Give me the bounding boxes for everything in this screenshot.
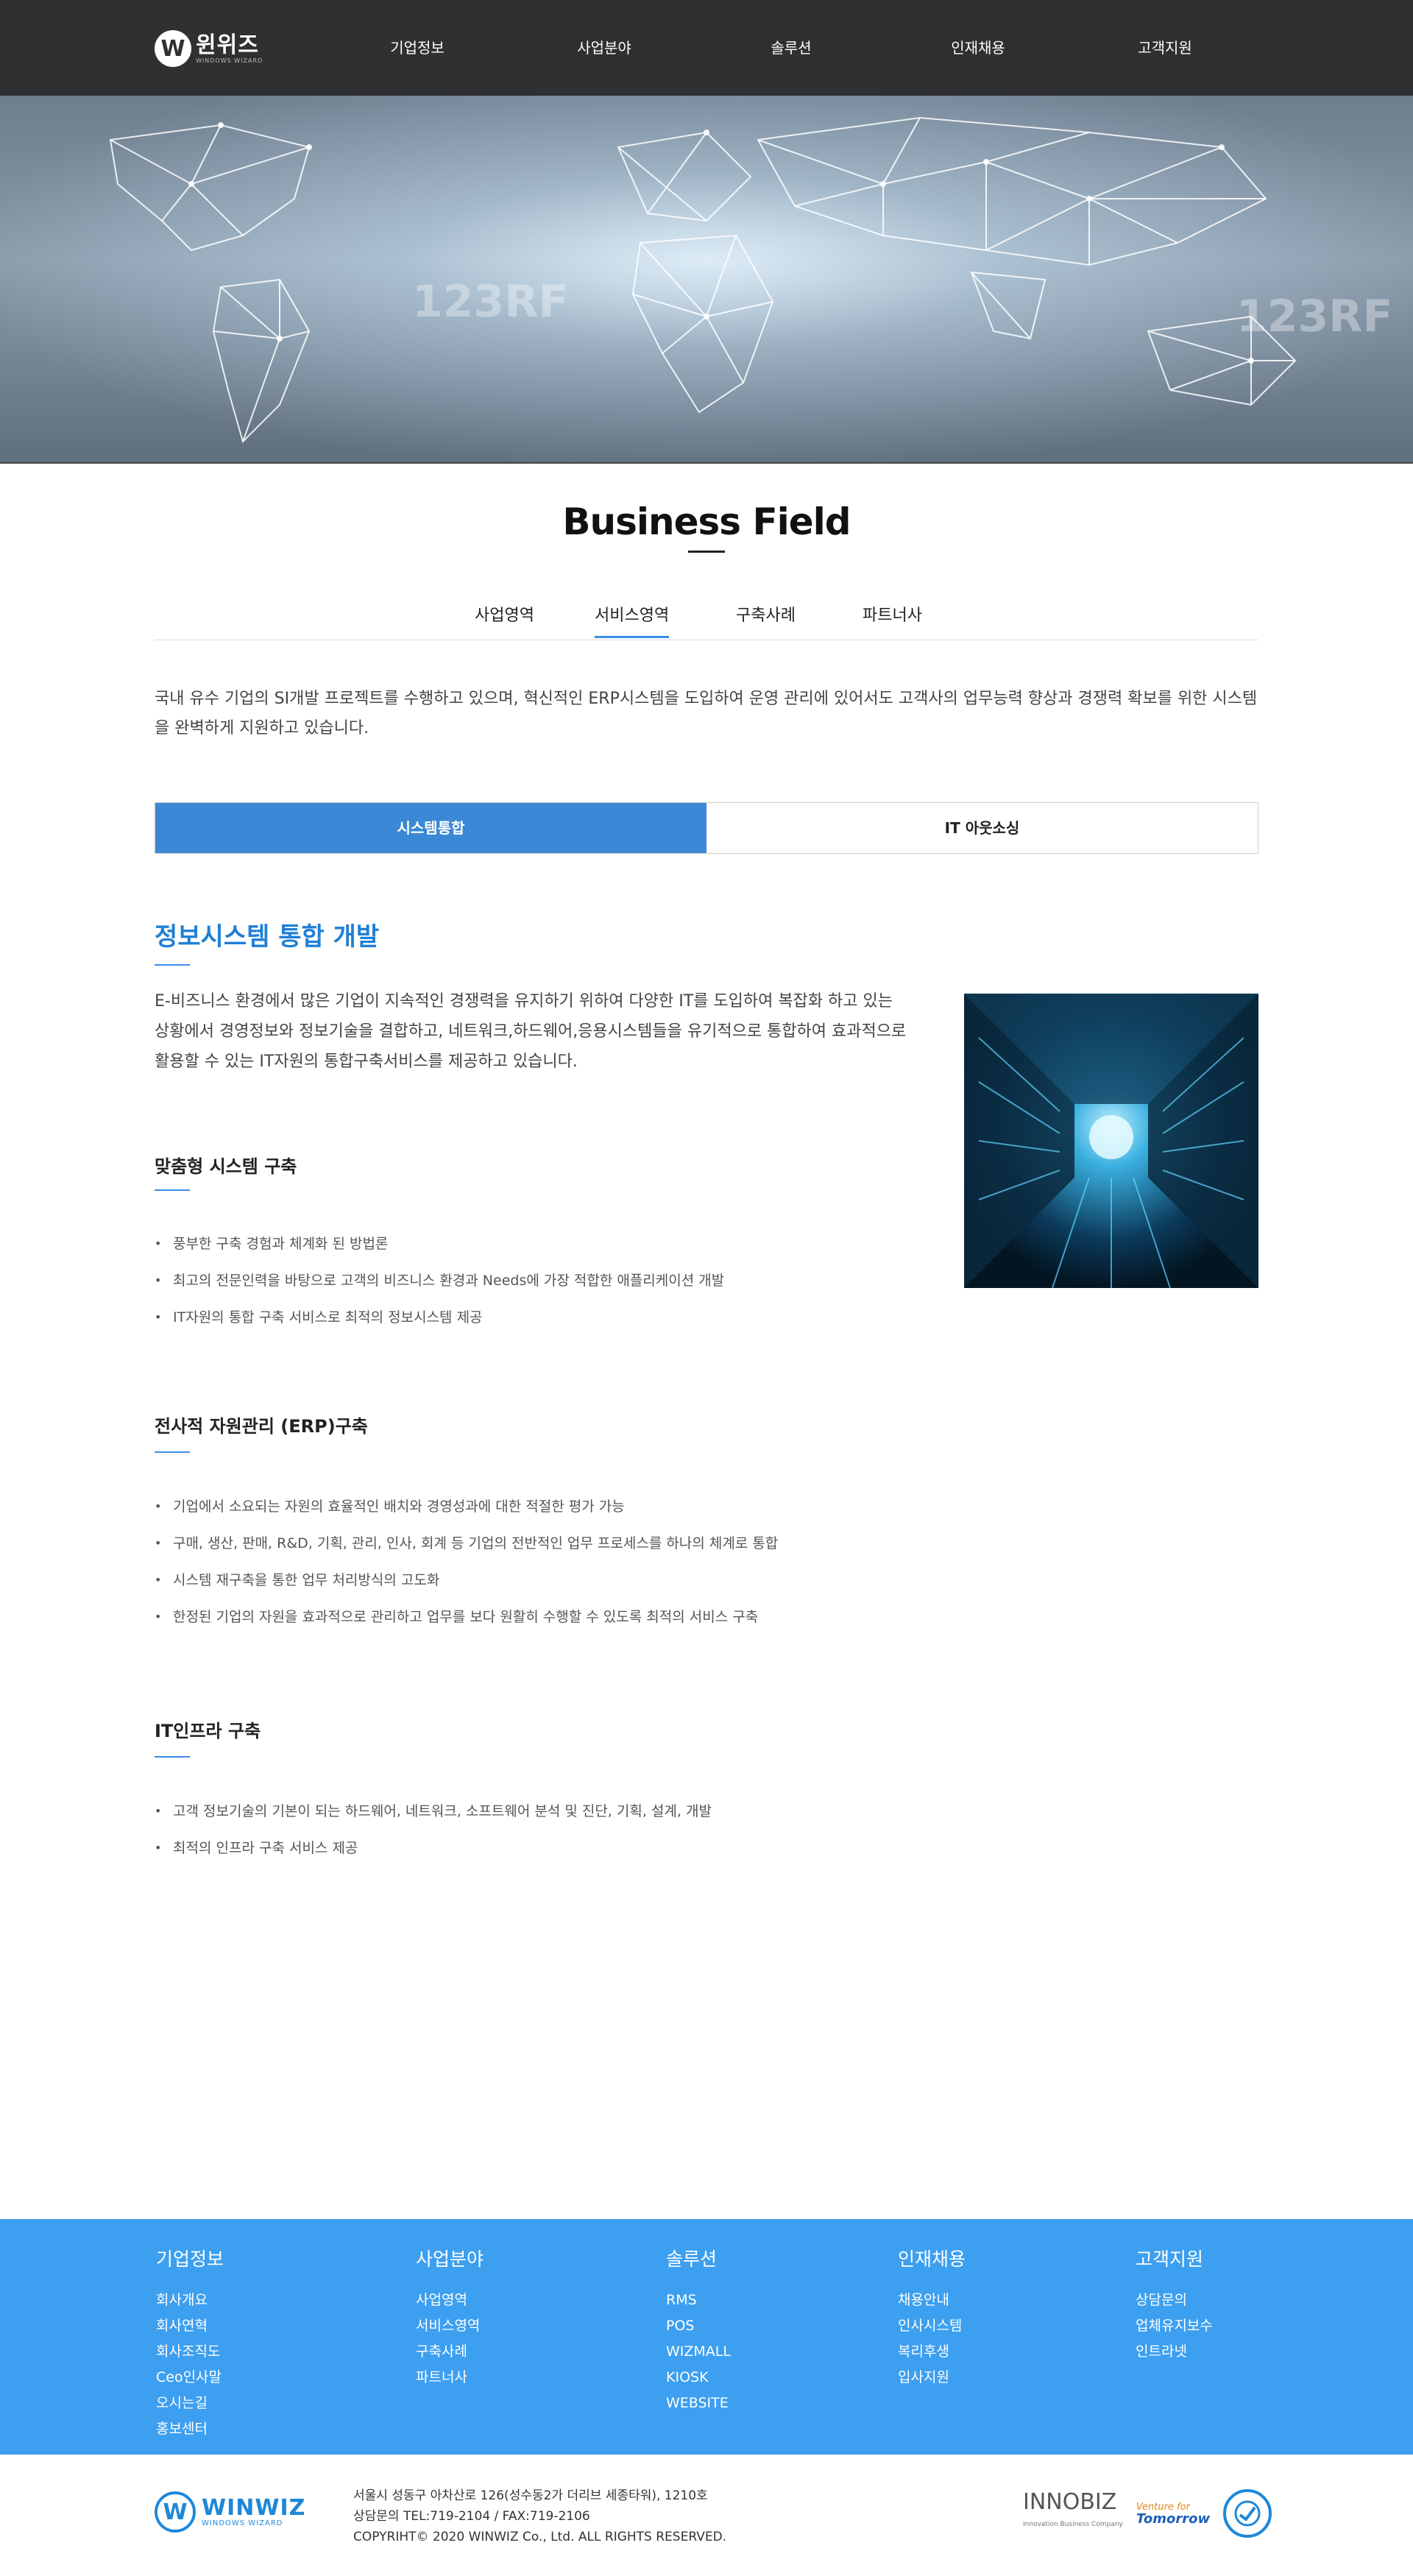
footer-col-company: 기업정보 회사개요 회사연혁 회사조직도 Ceo인사말 오시는길 홍보센터 (156, 2245, 224, 2442)
footer-link[interactable]: 홍보센터 (156, 2416, 224, 2442)
certification-seal-icon (1223, 2489, 1272, 2538)
logo-name: 윈위즈 (196, 32, 259, 58)
footer-link[interactable]: 회사조직도 (156, 2339, 224, 2365)
list-item: 풍부한 구축 경험과 체계화 된 방법론 (155, 1234, 1111, 1270)
custom-system-list: 풍부한 구축 경험과 체계화 된 방법론 최고의 전문인력을 바탕으로 고객의 … (155, 1234, 1111, 1344)
nav-recruit[interactable]: 인재채용 (885, 0, 1072, 96)
footer-logo[interactable]: W WINWIZ WINDOWS WIZARD (155, 2491, 305, 2533)
company-address: 서울시 성동구 아차산로 126(성수동2가 더리브 세종타워), 1210호 (353, 2488, 708, 2503)
footer-col-support: 고객지원 상담문의 업체유지보수 인트라넷 (1136, 2245, 1213, 2365)
subsection-underline (155, 1451, 190, 1453)
footer-col-solution: 솔루션 RMS POS WIZMALL KIOSK WEBSITE (666, 2245, 731, 2416)
footer-link[interactable]: Ceo인사말 (156, 2365, 224, 2391)
hero-watermark-2: 123RF (1236, 291, 1392, 342)
tab-it-outsourcing[interactable]: IT 아웃소싱 (706, 803, 1258, 853)
content-tabs: 시스템통합 IT 아웃소싱 (155, 802, 1258, 854)
footer-link[interactable]: 채용안내 (898, 2287, 966, 2313)
nav-solution[interactable]: 솔루션 (698, 0, 885, 96)
footer-link[interactable]: 회사연혁 (156, 2313, 224, 2339)
hero-banner: 123RF 123RF (0, 96, 1413, 464)
footer-link[interactable]: 인트라넷 (1136, 2339, 1213, 2365)
list-item: 한정된 기업의 자원을 효과적으로 관리하고 업무를 보다 원활히 수행할 수 … (155, 1607, 1111, 1643)
footer-link[interactable]: 오시는길 (156, 2391, 224, 2416)
footer-heading: 기업정보 (156, 2248, 224, 2270)
copyright: COPYRIHT© 2020 WINWIZ Co., Ltd. ALL RIGH… (353, 2530, 727, 2544)
list-item: 기업에서 소요되는 자원의 효율적인 배치와 경영성과에 대한 적절한 평가 가… (155, 1496, 1111, 1533)
venture-badge: Venture for Tomorrow (1136, 2502, 1211, 2527)
site-logo[interactable]: W 윈위즈 WINDOWS WIZARD (155, 29, 263, 68)
footer-link[interactable]: POS (666, 2313, 731, 2339)
company-address-block: 서울시 성동구 아차산로 126(성수동2가 더리브 세종타워), 1210호 … (353, 2485, 726, 2547)
footer-link[interactable]: WIZMALL (666, 2339, 731, 2365)
subtab-business-area[interactable]: 사업영역 (475, 602, 534, 636)
footer-logo-name: WINWIZ (202, 2494, 306, 2521)
subsection-title-custom-system: 맞춤형 시스템 구축 (155, 1156, 297, 1177)
list-item: 최고의 전문인력을 바탕으로 고객의 비즈니스 환경과 Needs에 가장 적합… (155, 1270, 1111, 1307)
certification-badges: INNOBIZ Innovation Business Company Vent… (1023, 2488, 1272, 2539)
footer-link[interactable]: 입사지원 (898, 2365, 966, 2391)
innobiz-subtitle: Innovation Business Company (1023, 2521, 1123, 2528)
subtab-service-area[interactable]: 서비스영역 (595, 602, 670, 638)
innobiz-label: INNOBIZ (1023, 2489, 1117, 2515)
page-title: Business Field (562, 500, 851, 543)
footer-link[interactable]: KIOSK (666, 2365, 731, 2391)
footer-heading: 인재채용 (898, 2248, 966, 2270)
main-nav: 기업정보 사업분야 솔루션 인재채용 고객지원 (324, 0, 1258, 96)
list-item: IT자원의 통합 구축 서비스로 최적의 정보시스템 제공 (155, 1307, 1111, 1344)
footer-link[interactable]: 사업영역 (416, 2287, 484, 2313)
sub-navigation: 사업영역 서비스영역 구축사례 파트너사 (155, 589, 1258, 640)
footer-link[interactable]: 인사시스템 (898, 2313, 966, 2339)
footer-link[interactable]: 복리후생 (898, 2339, 966, 2365)
company-contact: 상담문의 TEL:719-2104 / FAX:719-2106 (353, 2509, 590, 2524)
nav-business[interactable]: 사업분야 (511, 0, 698, 96)
footer-link[interactable]: 구축사례 (416, 2339, 484, 2365)
footer-link[interactable]: 상담문의 (1136, 2287, 1213, 2313)
hero-watermark: 123RF (412, 276, 568, 328)
footer-heading: 솔루션 (666, 2248, 718, 2270)
it-infra-list: 고객 정보기술의 기본이 되는 하드웨어, 네트워크, 소프트웨어 분석 및 진… (155, 1801, 1111, 1875)
subtab-partners[interactable]: 파트너사 (863, 602, 922, 636)
nav-support[interactable]: 고객지원 (1072, 0, 1258, 96)
footer-link[interactable]: 서비스영역 (416, 2313, 484, 2339)
footer-heading: 사업분야 (416, 2248, 484, 2270)
footer-logo-mark: W (155, 2491, 196, 2533)
subsection-underline (155, 1189, 190, 1191)
footer-col-business: 사업분야 사업영역 서비스영역 구축사례 파트너사 (416, 2245, 484, 2391)
section-title: 정보시스템 통합 개발 (155, 922, 380, 952)
list-item: 고객 정보기술의 기본이 되는 하드웨어, 네트워크, 소프트웨어 분석 및 진… (155, 1801, 1111, 1838)
logo-mark: W (155, 30, 191, 67)
title-underline (688, 551, 725, 553)
tab-system-integration[interactable]: 시스템통합 (155, 803, 706, 853)
footer-sitemap: 기업정보 회사개요 회사연혁 회사조직도 Ceo인사말 오시는길 홍보센터 사업… (0, 2219, 1413, 2455)
list-item: 구매, 생산, 판매, R&D, 기획, 관리, 인사, 회계 등 기업의 전반… (155, 1533, 1111, 1570)
section-description: E-비즈니스 환경에서 많은 기업이 지속적인 경쟁력을 유지하기 위하여 다양… (155, 992, 907, 1071)
footer-link[interactable]: 업체유지보수 (1136, 2313, 1213, 2339)
list-item: 최적의 인프라 구축 서비스 제공 (155, 1838, 1111, 1875)
footer-logo-subtitle: WINDOWS WIZARD (202, 2519, 283, 2527)
intro-text: 국내 유수 기업의 SI개발 프로젝트를 수행하고 있으며, 혁신적인 ERP시… (155, 690, 1258, 737)
footer-link[interactable]: 회사개요 (156, 2287, 224, 2313)
erp-list: 기업에서 소요되는 자원의 효율적인 배치와 경영성과에 대한 적절한 평가 가… (155, 1496, 1111, 1643)
footer-heading: 고객지원 (1136, 2248, 1204, 2270)
nav-company[interactable]: 기업정보 (324, 0, 511, 96)
world-network-map: 123RF 123RF (109, 116, 1392, 443)
list-item: 시스템 재구축을 통한 업무 처리방식의 고도화 (155, 1570, 1111, 1607)
top-header: W 윈위즈 WINDOWS WIZARD 기업정보 사업분야 솔루션 인재채용 … (0, 0, 1413, 96)
subsection-title-it-infra: IT인프라 구축 (155, 1721, 261, 1741)
subtab-case-studies[interactable]: 구축사례 (736, 602, 796, 636)
footer-link[interactable]: RMS (666, 2287, 731, 2313)
innobiz-badge: INNOBIZ Innovation Business Company (1023, 2491, 1123, 2536)
footer-link[interactable]: WEBSITE (666, 2391, 731, 2416)
footer-info: W WINWIZ WINDOWS WIZARD 서울시 성동구 아차산로 126… (0, 2455, 1413, 2576)
footer-link[interactable]: 파트너사 (416, 2365, 484, 2391)
logo-subtitle: WINDOWS WIZARD (196, 57, 263, 64)
subsection-title-erp: 전사적 자원관리 (ERP)구축 (155, 1416, 368, 1437)
section-title-underline (155, 964, 190, 966)
footer-col-recruit: 인재채용 채용안내 인사시스템 복리후생 입사지원 (898, 2245, 966, 2391)
venture-main: Tomorrow (1136, 2511, 1211, 2527)
subsection-underline (155, 1756, 190, 1758)
